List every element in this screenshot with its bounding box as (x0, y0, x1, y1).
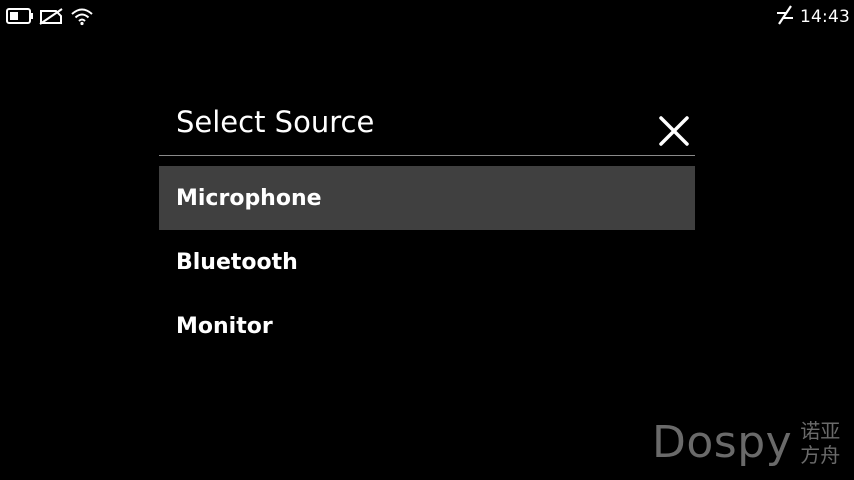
watermark-subtitle: 诺亚方舟 (800, 419, 841, 467)
watermark-logo: Dospy (652, 417, 793, 468)
no-sim-icon (38, 6, 64, 26)
status-bar-left (6, 6, 96, 26)
wifi-icon (70, 6, 96, 26)
close-icon[interactable] (657, 114, 691, 148)
battery-icon (6, 6, 33, 26)
data-transfer-icon (776, 4, 794, 30)
screen: 14:43 Select Source Microphone Bluetooth… (0, 0, 854, 480)
list-item-microphone[interactable]: Microphone (159, 166, 695, 230)
title-divider (159, 155, 695, 156)
status-clock: 14:43 (800, 7, 850, 27)
source-list: Microphone Bluetooth Monitor (159, 166, 695, 358)
dialog-title: Select Source (176, 105, 375, 139)
list-item-bluetooth[interactable]: Bluetooth (159, 230, 695, 294)
list-item-monitor[interactable]: Monitor (159, 294, 695, 358)
status-bar-right: 14:43 (776, 4, 850, 30)
watermark: Dospy 诺亚方舟 (652, 418, 844, 468)
